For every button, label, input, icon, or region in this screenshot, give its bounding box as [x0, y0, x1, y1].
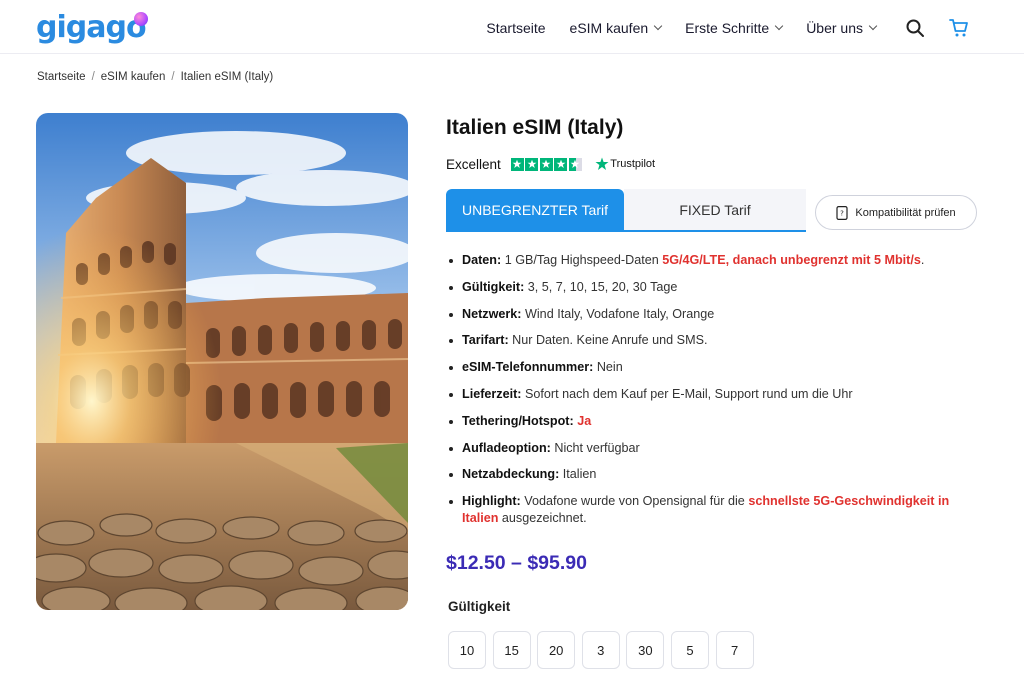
phone-question-icon: ? — [836, 205, 848, 220]
list-item: Highlight: Vodafone wurde von Opensignal… — [446, 493, 986, 527]
nav-item-label: Erste Schritte — [685, 20, 770, 36]
nav-item-label: eSIM kaufen — [569, 20, 649, 36]
list-item: Tarifart: Nur Daten. Keine Anrufe und SM… — [446, 332, 986, 349]
cart-icon[interactable] — [949, 18, 969, 38]
list-item: Aufladeoption: Nicht verfügbar — [446, 440, 986, 457]
breadcrumb-separator: / — [91, 71, 95, 83]
breadcrumb: Startseite / eSIM kaufen / Italien eSIM … — [37, 71, 273, 83]
main-nav: Startseite eSIM kaufen Erste Schritte Üb… — [486, 18, 878, 38]
logo-mark-icon — [134, 12, 148, 26]
list-item: Tethering/Hotspot: Ja — [446, 413, 986, 430]
star-icon — [510, 157, 524, 171]
validity-label: Gültigkeit — [448, 599, 511, 614]
nav-item-erste-schritte[interactable]: Erste Schritte — [685, 20, 784, 36]
logo-text: gigago — [36, 10, 147, 45]
breadcrumb-current: Italien eSIM (Italy) — [180, 71, 274, 83]
breadcrumb-home-link[interactable]: Startseite — [37, 71, 86, 83]
breadcrumb-esim-link[interactable]: eSIM kaufen — [101, 71, 166, 83]
nav-item-esim-kaufen[interactable]: eSIM kaufen — [569, 20, 663, 36]
site-header: gigago Startseite eSIM kaufen Erste Schr… — [0, 0, 1024, 54]
validity-option-5[interactable]: 5 — [670, 631, 709, 669]
list-item: Netzwerk: Wind Italy, Vodafone Italy, Or… — [446, 306, 986, 323]
trustpilot-label: Trustpilot — [610, 158, 656, 170]
search-icon[interactable] — [905, 18, 925, 38]
price-range: $12.50 – $95.90 — [446, 552, 587, 574]
list-item: Netzabdeckung: Italien — [446, 466, 986, 483]
validity-option-15[interactable]: 15 — [492, 631, 531, 669]
chevron-down-icon — [868, 21, 878, 31]
nav-item-label: Über uns — [806, 20, 863, 36]
star-icon — [554, 157, 568, 171]
validity-option-30[interactable]: 30 — [626, 631, 665, 669]
star-icon — [525, 157, 539, 171]
tab-fixed-tarif[interactable]: FIXED Tarif — [624, 189, 806, 230]
validity-option-10[interactable]: 10 — [448, 631, 486, 669]
validity-option-3[interactable]: 3 — [581, 631, 620, 669]
list-item: Daten: 1 GB/Tag Highspeed-Daten 5G/4G/LT… — [446, 252, 986, 269]
compatibility-check-button[interactable]: ? Kompatibilität prüfen — [815, 195, 977, 230]
rating-stars — [510, 157, 584, 171]
nav-item-ueber-uns[interactable]: Über uns — [806, 20, 878, 36]
tariff-tabs: UNBEGRENZTER Tarif FIXED Tarif — [446, 189, 806, 232]
logo[interactable]: gigago — [36, 10, 148, 46]
nav-item-startseite[interactable]: Startseite — [486, 20, 545, 36]
product-image — [36, 113, 408, 610]
trustpilot-logo: Trustpilot — [595, 157, 655, 171]
trustpilot-rating[interactable]: Excellent Trustpilot — [446, 155, 655, 173]
svg-text:?: ? — [841, 209, 845, 217]
product-title: Italien eSIM (Italy) — [446, 116, 624, 139]
nav-item-label: Startseite — [486, 20, 546, 36]
feature-list: Daten: 1 GB/Tag Highspeed-Daten 5G/4G/LT… — [446, 252, 986, 537]
validity-option-7[interactable]: 7 — [715, 631, 754, 669]
trustpilot-star-icon — [595, 157, 609, 170]
list-item: Gültigkeit: 3, 5, 7, 10, 15, 20, 30 Tage — [446, 279, 986, 296]
list-item: Lieferzeit: Sofort nach dem Kauf per E-M… — [446, 386, 986, 403]
star-icon — [539, 157, 553, 171]
compatibility-check-label: Kompatibilität prüfen — [855, 206, 956, 219]
breadcrumb-separator: / — [171, 71, 175, 83]
tab-unbegrenzter-tarif[interactable]: UNBEGRENZTER Tarif — [446, 189, 624, 230]
validity-options: 10 15 20 3 30 5 7 — [448, 631, 760, 669]
rating-label: Excellent — [446, 156, 501, 172]
chevron-down-icon — [653, 21, 663, 31]
chevron-down-icon — [774, 21, 784, 31]
half-star-icon — [568, 157, 582, 171]
list-item: eSIM-Telefonnummer: Nein — [446, 359, 986, 376]
validity-option-20[interactable]: 20 — [537, 631, 576, 669]
